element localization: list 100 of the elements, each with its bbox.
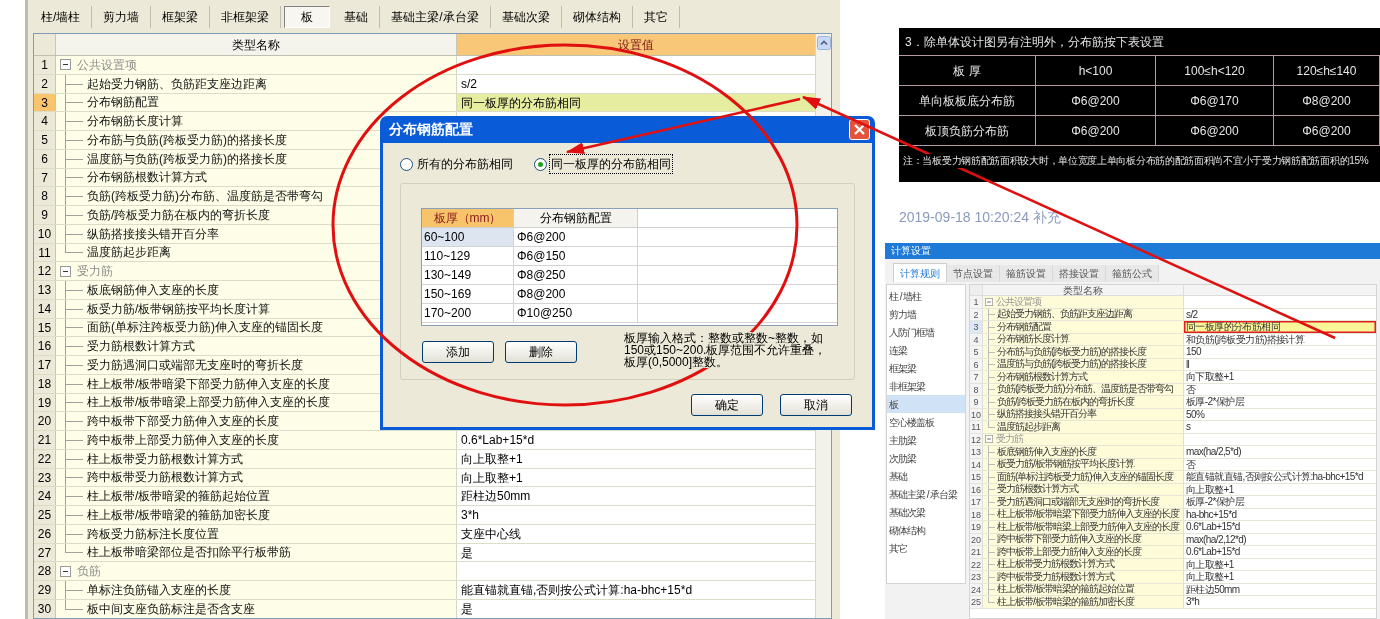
table-cell: 板 厚 xyxy=(899,56,1036,85)
row-number: 5 xyxy=(34,131,56,149)
category-item[interactable]: 基础次梁 xyxy=(887,503,965,521)
setting-name: 分布钢筋配置 xyxy=(87,94,159,112)
close-icon xyxy=(854,124,865,135)
setting-name: 受力筋根数计算方式 xyxy=(87,338,195,356)
dialog-button[interactable]: 删除 xyxy=(505,341,577,363)
dialog-title: 分布钢筋配置 xyxy=(389,120,473,139)
setting-name: 柱上板带暗梁部位是否扣除平行板带筋 xyxy=(87,544,291,562)
category-item[interactable]: 板 xyxy=(887,395,965,413)
thickness-cell[interactable]: 60~100 xyxy=(422,228,514,246)
thickness-cell[interactable]: 110~129 xyxy=(422,247,514,265)
config-cell[interactable]: Φ6@150 xyxy=(514,247,638,265)
setting-name: 受力筋根数计算方式 xyxy=(997,483,1078,496)
tab[interactable]: 箍筋设置 xyxy=(1000,265,1053,282)
tab[interactable]: 节点设置 xyxy=(947,265,1000,282)
value-cell: 同一板厚的分布筋相同 xyxy=(1184,321,1376,333)
setting-name: 柱上板带/板带暗梁下部受力筋伸入支座的长度 xyxy=(997,508,1179,521)
category-item[interactable]: 基础主梁 / 承台梁 xyxy=(887,485,965,503)
row-number: 13 xyxy=(970,446,983,458)
tab[interactable]: 搭接设置 xyxy=(1053,265,1106,282)
tab[interactable]: 基础主梁/承台梁 xyxy=(380,6,491,28)
scroll-up-icon[interactable] xyxy=(816,36,831,50)
tab[interactable]: 计算规则 xyxy=(893,263,947,282)
tab[interactable]: 非框架梁 xyxy=(210,6,282,28)
setting-name: 纵筋搭接接头错开百分率 xyxy=(87,225,219,243)
dialog-button[interactable]: 取消 xyxy=(780,394,852,416)
radio-button[interactable]: 同一板厚的分布筋相同 xyxy=(534,155,672,173)
category-item[interactable]: 框架梁 xyxy=(887,359,965,377)
table-cell: 板顶负筋分布筋 xyxy=(899,116,1036,145)
setting-name: 负筋(跨板受力筋)分布筋、温度筋是否带弯勾 xyxy=(87,188,323,206)
setting-name: 跨中板带受力筋根数计算方式 xyxy=(997,570,1114,583)
row-number: 9 xyxy=(34,206,56,224)
config-cell[interactable]: Φ10@250 xyxy=(514,304,638,322)
thickness-cell[interactable]: 170~200 xyxy=(422,304,514,322)
tab[interactable]: 基础 xyxy=(333,6,381,28)
category-item[interactable]: 柱 / 墙柱 xyxy=(887,287,965,305)
row-number: 19 xyxy=(970,521,983,533)
setting-name: 板底钢筋伸入支座的长度 xyxy=(87,281,219,299)
column-header: 类型名称 xyxy=(983,285,1184,295)
timestamp: 2019-09-18 10:20:24 补充 xyxy=(899,208,1062,226)
category-item[interactable]: 砌体结构 xyxy=(887,521,965,539)
tab[interactable]: 剪力墙 xyxy=(92,6,152,28)
table-cell: 单向板板底分布筋 xyxy=(899,86,1036,115)
setting-name: 跨中板带上部受力筋伸入支座的长度 xyxy=(87,431,279,449)
dialog-button[interactable]: 确定 xyxy=(691,394,763,416)
category-item[interactable]: 空心楼盖板 xyxy=(887,413,965,431)
tab[interactable]: 框架梁 xyxy=(151,6,211,28)
setting-name: 面筋(单标注跨板受力筋)伸入支座的锚固长度 xyxy=(997,470,1173,483)
config-cell[interactable]: Φ8@250 xyxy=(514,266,638,284)
table-cell: Φ6@200 xyxy=(1036,86,1156,115)
tab[interactable]: 基础次梁 xyxy=(490,6,562,28)
category-item[interactable]: 连梁 xyxy=(887,341,965,359)
thickness-cell[interactable]: 150~169 xyxy=(422,285,514,303)
row-number: 3 xyxy=(970,321,983,333)
setting-name: 分布钢筋配置 xyxy=(997,320,1051,333)
row-number: 9 xyxy=(970,396,983,408)
row-number: 1 xyxy=(970,296,983,308)
row-number: 28 xyxy=(34,562,56,580)
collapse-icon[interactable] xyxy=(60,565,71,577)
setting-name: 分布筋与负筋(跨板受力筋)的搭接长度 xyxy=(87,131,287,149)
row-number: 25 xyxy=(970,596,983,608)
collapse-icon[interactable] xyxy=(60,59,71,71)
tab[interactable]: 其它 xyxy=(632,6,680,28)
thickness-cell[interactable]: 130~149 xyxy=(422,266,514,284)
tab[interactable]: 箍筋公式 xyxy=(1106,265,1159,282)
table-cell: Φ6@200 xyxy=(1036,116,1156,145)
row-number: 13 xyxy=(34,281,56,299)
category-item[interactable]: 主肋梁 xyxy=(887,431,965,449)
setting-name: 受力筋遇洞口或端部无支座时的弯折长度 xyxy=(997,495,1159,508)
group-name: 受力筋 xyxy=(996,433,1023,446)
row-number: 15 xyxy=(970,471,983,483)
category-item[interactable]: 次肋梁 xyxy=(887,449,965,467)
setting-name: 柱上板带/板带暗梁的箍筋起始位置 xyxy=(997,583,1134,596)
config-cell[interactable]: Φ6@200 xyxy=(514,228,638,246)
radio-button[interactable]: 所有的分布筋相同 xyxy=(400,155,514,173)
category-item[interactable]: 其它 xyxy=(887,539,965,557)
table-cell: Φ6@170 xyxy=(1156,86,1274,115)
category-item[interactable]: 非框架梁 xyxy=(887,377,965,395)
setting-name: 负筋(跨板受力筋)分布筋、温度筋是否带弯勾 xyxy=(997,383,1173,396)
setting-name: 柱上板带/板带暗梁的箍筋加密长度 xyxy=(87,506,271,524)
row-number: 25 xyxy=(34,506,56,524)
dialog-button[interactable]: 添加 xyxy=(422,341,494,363)
tab[interactable]: 砌体结构 xyxy=(561,6,633,28)
category-item[interactable]: 人防门框墙 xyxy=(887,323,965,341)
row-number: 16 xyxy=(34,337,56,355)
category-item[interactable]: 剪力墙 xyxy=(887,305,965,323)
category-item[interactable]: 基础 xyxy=(887,467,965,485)
group-name: 负筋 xyxy=(77,563,101,581)
setting-name: 跨中板带下部受力筋伸入支座的长度 xyxy=(997,533,1141,546)
setting-name: 面筋(单标注跨板受力筋)伸入支座的锚固长度 xyxy=(87,319,323,337)
tab[interactable]: 柱/墙柱 xyxy=(30,6,93,28)
tab[interactable]: 板 xyxy=(284,6,331,28)
collapse-icon[interactable] xyxy=(60,265,71,277)
window-title: 计算设置 xyxy=(891,245,931,257)
table-cell: h<100 xyxy=(1036,56,1156,85)
config-cell[interactable]: Φ8@200 xyxy=(514,285,638,303)
row-number: 21 xyxy=(970,546,983,558)
group-name: 受力筋 xyxy=(77,263,113,281)
setting-name: 柱上板带/板带暗梁的箍筋加密长度 xyxy=(997,595,1134,608)
